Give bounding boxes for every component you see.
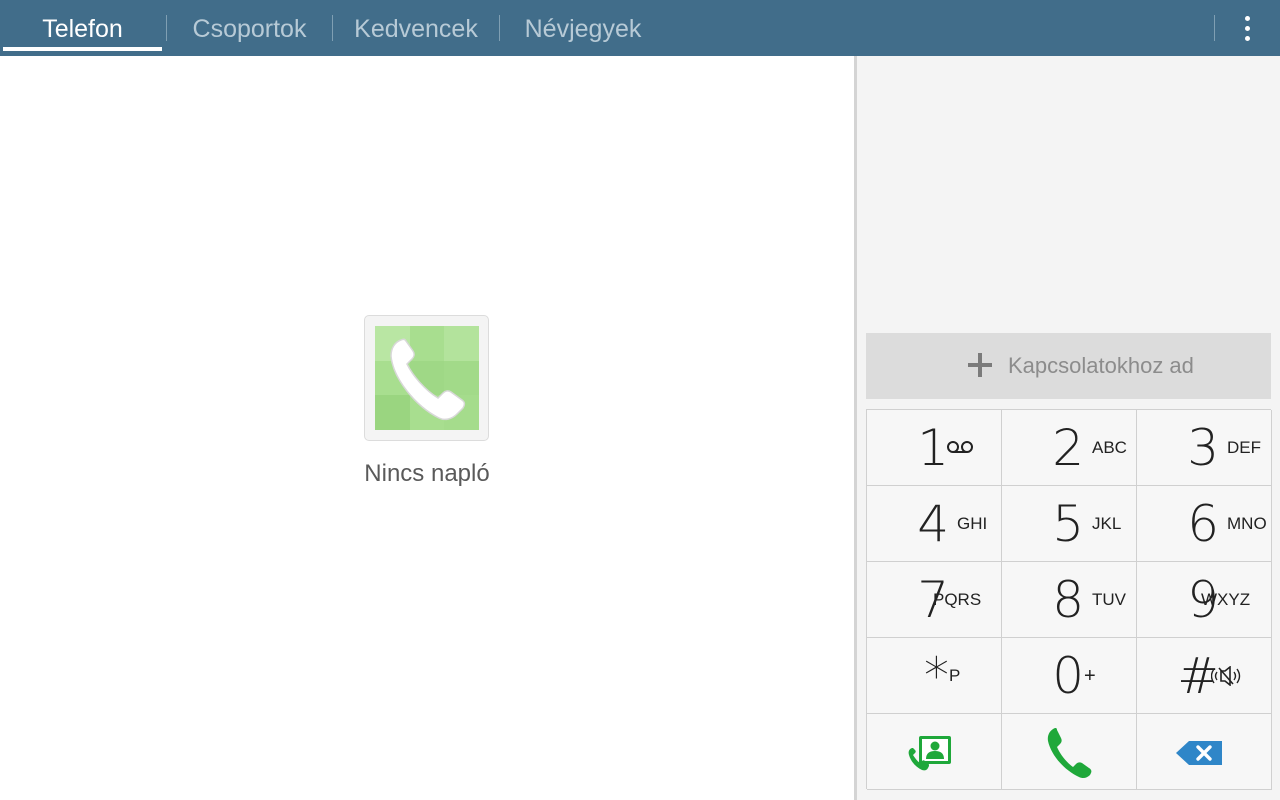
key-digit: * — [924, 647, 949, 705]
key-5[interactable]: 5 JKL — [1002, 486, 1137, 562]
key-2[interactable]: 2 ABC — [1002, 410, 1137, 486]
plus-icon — [968, 353, 992, 377]
mute-icon — [1210, 665, 1241, 691]
call-icon — [1046, 727, 1092, 784]
key-digit: 3 — [1187, 419, 1219, 477]
dial-keypad: 1 2 ABC 3 DEF 4 GHI 5 JKL 6 MNO 7 PQRS 8… — [866, 409, 1272, 790]
key-digit: 6 — [1187, 495, 1219, 553]
key-digit: 1 — [917, 419, 949, 477]
key-letters: MNO — [1227, 514, 1267, 533]
key-letters: DEF — [1227, 438, 1261, 457]
key-digit: 8 — [1052, 571, 1084, 629]
tab-kedvencek[interactable]: Kedvencek — [333, 0, 499, 56]
key-letters: TUV — [1092, 590, 1126, 609]
empty-log-text: Nincs napló — [364, 460, 490, 487]
backspace-button[interactable] — [1137, 714, 1272, 790]
backspace-icon — [1176, 741, 1224, 770]
phone-handset-icon — [364, 315, 489, 441]
call-button[interactable] — [1002, 714, 1137, 790]
key-3[interactable]: 3 DEF — [1137, 410, 1272, 486]
add-to-contacts-button[interactable]: Kapcsolatokhoz ad — [866, 333, 1271, 399]
add-to-contacts-label: Kapcsolatokhoz ad — [1008, 353, 1194, 378]
key-4[interactable]: 4 GHI — [867, 486, 1002, 562]
overflow-menu-icon[interactable] — [1232, 10, 1264, 46]
key-9[interactable]: 9 WXYZ — [1137, 562, 1272, 638]
key-letters: + — [1084, 665, 1096, 687]
tab-csoportok[interactable]: Csoportok — [167, 0, 332, 56]
active-tab-indicator — [3, 47, 162, 51]
tab-nevjegyek[interactable]: Névjegyek — [500, 0, 666, 56]
key-1[interactable]: 1 — [867, 410, 1002, 486]
key-digit: 4 — [917, 495, 949, 553]
voicemail-icon — [946, 440, 974, 459]
key-7[interactable]: 7 PQRS — [867, 562, 1002, 638]
contact-call-button[interactable] — [867, 714, 1002, 790]
key-star[interactable]: * P — [867, 638, 1002, 714]
key-6[interactable]: 6 MNO — [1137, 486, 1272, 562]
key-digit: 0 — [1052, 647, 1084, 705]
number-display[interactable] — [867, 66, 1271, 326]
key-letters: JKL — [1092, 514, 1122, 533]
key-digit: 5 — [1052, 495, 1084, 553]
dialer-panel: Kapcsolatokhoz ad 1 2 ABC 3 DEF 4 GHI 5 … — [857, 56, 1280, 800]
key-letters: GHI — [957, 514, 988, 533]
tab-divider — [1214, 15, 1215, 41]
key-letters: P — [949, 666, 961, 685]
contact-card-call-icon — [907, 734, 953, 777]
call-log-panel: Nincs napló — [0, 56, 854, 800]
top-tab-bar: Telefon Csoportok Kedvencek Névjegyek — [0, 0, 1280, 56]
key-8[interactable]: 8 TUV — [1002, 562, 1137, 638]
key-digit: # — [1177, 647, 1219, 705]
key-0[interactable]: 0 + — [1002, 638, 1137, 714]
key-letters: PQRS — [933, 590, 982, 609]
key-letters: WXYZ — [1201, 590, 1251, 609]
key-hash[interactable]: # — [1137, 638, 1272, 714]
key-digit: 2 — [1052, 419, 1084, 477]
key-letters: ABC — [1092, 438, 1127, 457]
